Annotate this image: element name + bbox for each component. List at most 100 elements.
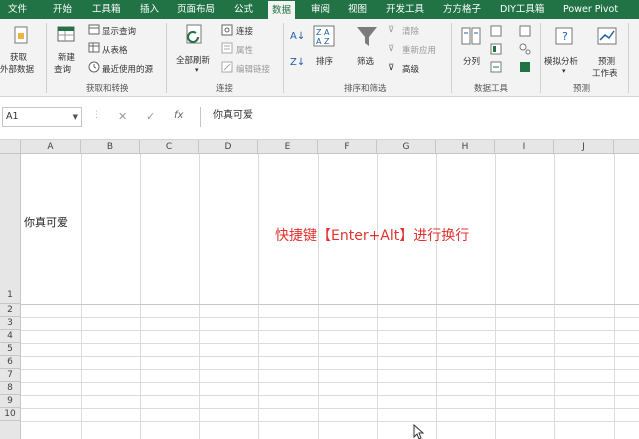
column-header-d[interactable]: D bbox=[199, 140, 258, 154]
gridline bbox=[199, 154, 200, 439]
funnel-icon bbox=[357, 27, 377, 46]
row-header-11[interactable] bbox=[0, 421, 21, 439]
group-label-forecast: 预测 bbox=[573, 84, 591, 94]
gridline bbox=[21, 343, 639, 344]
gridline bbox=[21, 395, 639, 396]
column-header-i[interactable]: I bbox=[495, 140, 554, 154]
recent-sources-label: 最近使用的源 bbox=[102, 65, 154, 75]
group-separator bbox=[540, 23, 541, 93]
tab-power-pivot[interactable]: Power Pivot bbox=[563, 0, 618, 19]
edit-links-label: 编辑链接 bbox=[236, 65, 271, 75]
refresh-dropdown-icon[interactable]: ▾ bbox=[195, 66, 199, 74]
ribbon-tab-bar: 文件 开始 工具箱 插入 页面布局 公式 数据 审阅 视图 开发工具 方方格子 … bbox=[0, 0, 639, 19]
flash-fill-icon[interactable] bbox=[490, 25, 502, 37]
svg-text:?: ? bbox=[562, 30, 568, 43]
row-header-5[interactable]: 5 bbox=[0, 343, 21, 356]
tab-insert[interactable]: 插入 bbox=[140, 0, 159, 19]
insert-function-icon[interactable]: fx bbox=[174, 110, 183, 121]
from-table-label: 从表格 bbox=[102, 46, 128, 56]
tab-toolbox[interactable]: 工具箱 bbox=[92, 0, 121, 19]
row-header-1[interactable]: 1 bbox=[0, 154, 21, 304]
formula-bar: A1 ▼ ⋮ ✕ ✓ fx 你真可爱 bbox=[0, 97, 639, 140]
enter-check-icon[interactable]: ✓ bbox=[146, 110, 155, 123]
get-external-label-2: 外部数据 bbox=[0, 65, 35, 75]
relationships-icon[interactable] bbox=[519, 43, 531, 55]
connections-icon bbox=[221, 24, 233, 36]
clock-icon bbox=[88, 61, 100, 73]
new-query-label-1: 新建 bbox=[58, 53, 76, 63]
column-header-h[interactable]: H bbox=[436, 140, 495, 154]
gridline bbox=[21, 382, 639, 383]
shortcut-hint-text: 快捷键【Enter+Alt】进行换行 bbox=[275, 228, 470, 244]
sort-icon: Z A A Z bbox=[313, 25, 335, 47]
data-validation-icon[interactable] bbox=[490, 61, 502, 73]
forecast-sheet-icon bbox=[597, 27, 617, 45]
tab-diy-toolbox[interactable]: DIY工具箱 bbox=[500, 0, 544, 19]
tab-formulas[interactable]: 公式 bbox=[234, 0, 253, 19]
select-all-corner[interactable] bbox=[0, 140, 21, 154]
cell-a1[interactable]: 你真可爱 bbox=[24, 214, 68, 230]
gridline bbox=[495, 154, 496, 439]
chevron-down-icon[interactable]: ▼ bbox=[73, 108, 78, 126]
show-queries-label: 显示查询 bbox=[102, 27, 137, 37]
group-label-get-transform: 获取和转换 bbox=[86, 84, 129, 94]
gridline bbox=[21, 304, 639, 305]
formula-input[interactable]: 你真可爱 bbox=[200, 107, 637, 127]
what-if-dropdown-icon[interactable]: ▾ bbox=[562, 67, 566, 75]
formula-bar-grip-icon: ⋮ bbox=[92, 110, 101, 120]
gridline bbox=[21, 330, 639, 331]
clear-label: 清除 bbox=[402, 27, 420, 37]
forecast-sheet-label-2: 工作表 bbox=[592, 69, 618, 79]
worksheet-grid[interactable]: A B C D E F G H I J 1 2 3 4 5 6 7 8 9 10… bbox=[0, 140, 639, 439]
connections-label: 连接 bbox=[236, 27, 254, 37]
column-header-a[interactable]: A bbox=[21, 140, 81, 154]
table-icon bbox=[88, 24, 100, 35]
database-icon bbox=[14, 26, 28, 44]
manage-data-model-icon[interactable] bbox=[519, 61, 531, 73]
group-separator bbox=[628, 23, 629, 93]
row-header-2[interactable]: 2 bbox=[0, 304, 21, 317]
row-header-7[interactable]: 7 bbox=[0, 369, 21, 382]
row-header-6[interactable]: 6 bbox=[0, 356, 21, 369]
column-header-j[interactable]: J bbox=[554, 140, 614, 154]
mouse-cursor-icon bbox=[413, 424, 425, 439]
tab-view[interactable]: 视图 bbox=[348, 0, 367, 19]
reapply-icon: ⊽ bbox=[388, 44, 395, 54]
row-header-10[interactable]: 10 bbox=[0, 408, 21, 421]
column-header-f[interactable]: F bbox=[318, 140, 377, 154]
cancel-icon[interactable]: ✕ bbox=[118, 110, 127, 123]
forecast-sheet-label-1: 预测 bbox=[598, 57, 616, 67]
reapply-label: 重新应用 bbox=[402, 46, 437, 56]
gridline bbox=[21, 408, 639, 409]
row-header-9[interactable]: 9 bbox=[0, 395, 21, 408]
column-header-b[interactable]: B bbox=[81, 140, 140, 154]
tab-developer[interactable]: 开发工具 bbox=[386, 0, 424, 19]
column-header-c[interactable]: C bbox=[140, 140, 199, 154]
column-header-next[interactable] bbox=[614, 140, 639, 154]
advanced-label: 高级 bbox=[402, 65, 420, 75]
consolidate-icon[interactable] bbox=[519, 25, 531, 37]
column-header-g[interactable]: G bbox=[377, 140, 436, 154]
tab-home[interactable]: 开始 bbox=[53, 0, 72, 19]
tab-page-layout[interactable]: 页面布局 bbox=[177, 0, 215, 19]
advanced-filter-icon: ⊽ bbox=[388, 63, 395, 73]
name-box-value: A1 bbox=[6, 111, 19, 122]
get-external-label-1: 获取 bbox=[10, 53, 28, 63]
tab-data[interactable]: 数据 bbox=[268, 1, 296, 19]
refresh-icon bbox=[186, 24, 202, 44]
row-header-8[interactable]: 8 bbox=[0, 382, 21, 395]
group-separator bbox=[283, 23, 284, 93]
remove-duplicates-icon[interactable] bbox=[490, 43, 502, 55]
table-icon bbox=[88, 42, 100, 53]
group-label-data-tools: 数据工具 bbox=[474, 84, 509, 94]
column-header-e[interactable]: E bbox=[258, 140, 318, 154]
tab-fangfang[interactable]: 方方格子 bbox=[443, 0, 481, 19]
row-header-4[interactable]: 4 bbox=[0, 330, 21, 343]
row-header-3[interactable]: 3 bbox=[0, 317, 21, 330]
tab-file[interactable]: 文件 bbox=[8, 0, 27, 19]
gridline bbox=[436, 154, 437, 439]
tab-review[interactable]: 审阅 bbox=[311, 0, 330, 19]
name-box[interactable]: A1 ▼ bbox=[2, 107, 82, 127]
gridline bbox=[318, 154, 319, 439]
gridline bbox=[377, 154, 378, 439]
